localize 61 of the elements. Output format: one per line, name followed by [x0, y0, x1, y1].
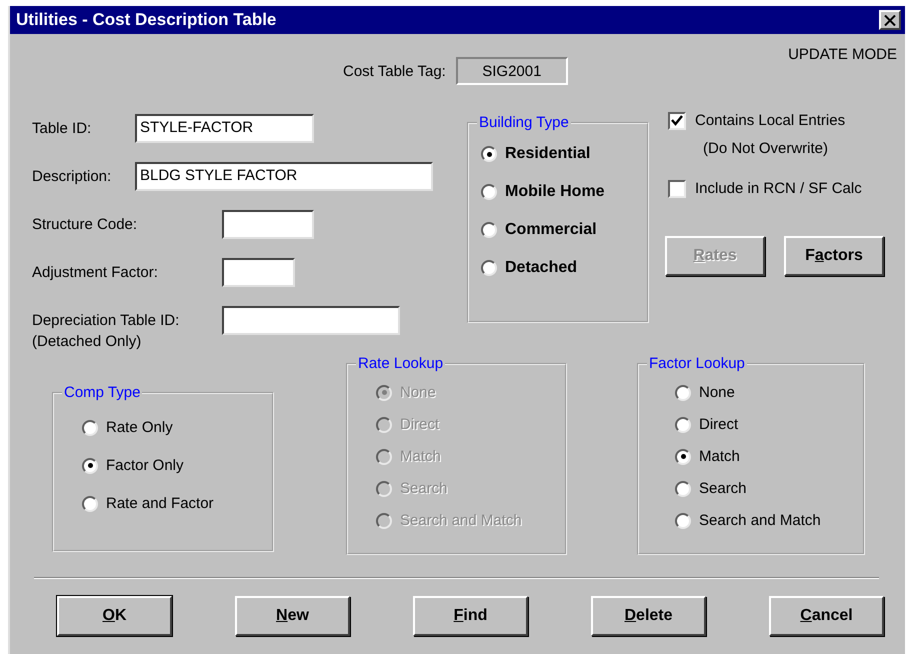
field-label: Description:	[32, 167, 112, 187]
field-label: Depreciation Table ID:	[32, 311, 180, 331]
radio-button[interactable]	[481, 146, 497, 162]
field-label: Adjustment Factor:	[32, 263, 159, 283]
group-title: Building Type	[478, 114, 570, 131]
checkbox-label: Contains Local Entries	[695, 112, 846, 130]
dialog-button[interactable]: OK	[57, 596, 172, 636]
text-field[interactable]: STYLE-FACTOR	[135, 114, 314, 143]
dialog-button[interactable]: Delete	[591, 596, 706, 636]
radio-label: Direct	[400, 416, 440, 433]
radio-button[interactable]	[82, 458, 98, 474]
radio-button[interactable]	[675, 416, 691, 432]
radio-label: Search and Match	[699, 512, 821, 529]
mode-label: UPDATE MODE	[788, 46, 897, 63]
tag-field: SIG2001	[456, 57, 568, 85]
radio-label: Commercial	[505, 221, 597, 239]
group-title: Factor Lookup	[648, 355, 746, 372]
group-title: Comp Type	[63, 384, 142, 401]
field-label: Table ID:	[32, 119, 92, 139]
dialog-button[interactable]: Find	[413, 596, 528, 636]
radio-label: Residential	[505, 145, 590, 163]
radio-label: Rate Only	[106, 419, 173, 436]
text-field[interactable]	[222, 258, 295, 287]
checkbox[interactable]	[668, 112, 686, 130]
radio-label: Rate and Factor	[106, 495, 214, 512]
radio-label: Search and Match	[400, 512, 522, 529]
dialog-button[interactable]: New	[235, 596, 350, 636]
radio-label: Factor Only	[106, 457, 184, 474]
field-note: (Detached Only)	[32, 332, 142, 352]
checkbox[interactable]	[668, 180, 686, 198]
text-field[interactable]	[222, 306, 400, 335]
text-field[interactable]: BLDG STYLE FACTOR	[135, 162, 433, 191]
field-label: Cost Table Tag:	[343, 62, 446, 80]
radio-label: Search	[699, 480, 747, 497]
group-title: Rate Lookup	[357, 355, 444, 372]
radio-button[interactable]	[675, 384, 691, 400]
radio-label: Search	[400, 480, 448, 497]
field-label: Structure Code:	[32, 215, 138, 235]
radio-button[interactable]	[82, 420, 98, 436]
close-button[interactable]	[879, 10, 901, 30]
radio-label: Detached	[505, 259, 578, 277]
radio-button[interactable]	[675, 480, 691, 496]
radio-label: Match	[699, 448, 740, 465]
checkbox-label: Include in RCN / SF Calc	[695, 180, 862, 198]
window-title: Utilities - Cost Description Table	[16, 10, 276, 30]
radio-label: Mobile Home	[505, 183, 605, 201]
radio-button[interactable]	[675, 448, 691, 464]
radio-button[interactable]	[481, 184, 497, 200]
radio-label: None	[699, 384, 735, 401]
radio-button[interactable]	[82, 496, 98, 512]
dialog-button[interactable]: Cancel	[769, 596, 884, 636]
radio-label: Direct	[699, 416, 738, 433]
radio-button[interactable]	[481, 222, 497, 238]
close-icon	[884, 14, 896, 26]
checkbox-note: (Do Not Overwrite)	[703, 140, 830, 158]
text-field[interactable]	[222, 210, 314, 239]
radio-button[interactable]	[675, 512, 691, 528]
radio-label: None	[400, 384, 436, 401]
radio-button[interactable]	[481, 260, 497, 276]
side-button[interactable]: Factors	[784, 236, 884, 276]
radio-label: Match	[400, 448, 441, 465]
